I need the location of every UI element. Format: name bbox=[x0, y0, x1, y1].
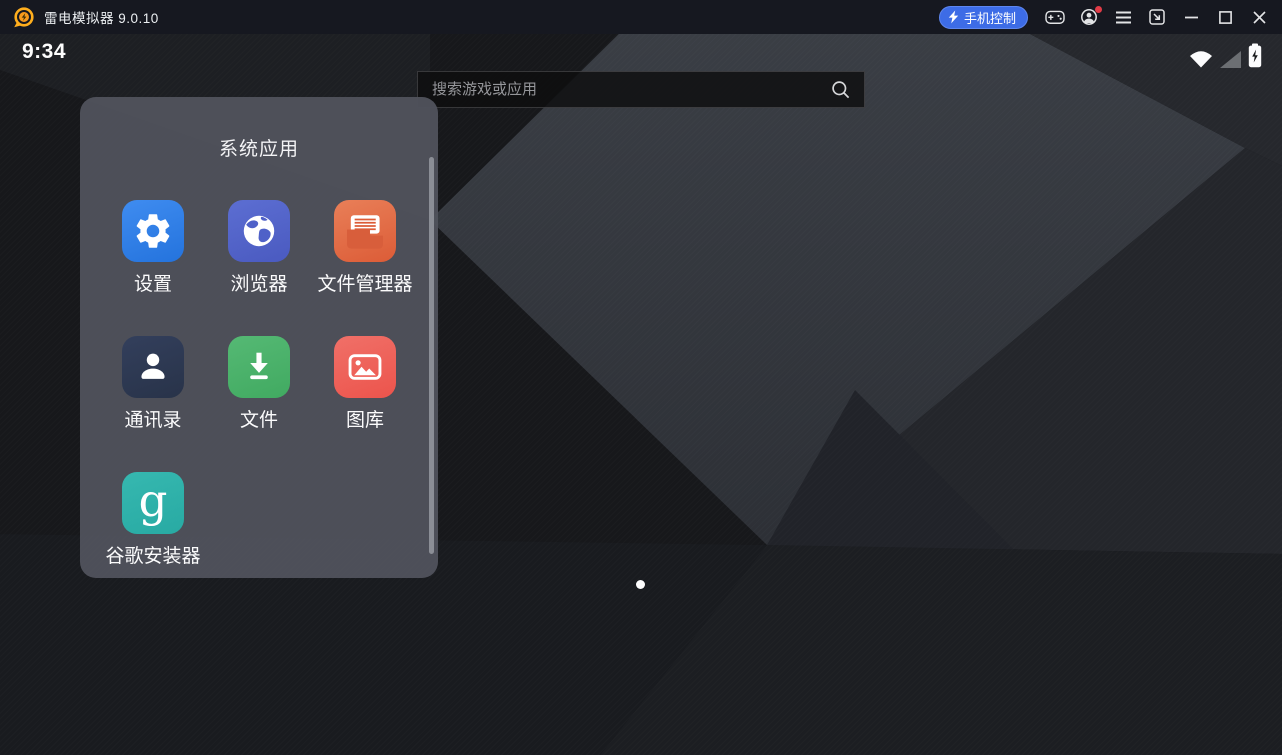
app-files[interactable]: 文件 bbox=[206, 336, 312, 432]
app-contacts[interactable]: 通讯录 bbox=[100, 336, 206, 432]
app-label: 文件管理器 bbox=[317, 269, 412, 296]
menu-button[interactable] bbox=[1106, 3, 1140, 31]
app-label: 设置 bbox=[134, 269, 172, 296]
file-manager-icon bbox=[334, 200, 396, 262]
search-input[interactable] bbox=[432, 81, 830, 98]
panel-scrollbar[interactable] bbox=[429, 157, 434, 554]
folder-panel: 系统应用 设置 bbox=[80, 97, 438, 578]
app-label: 图库 bbox=[346, 405, 384, 432]
contacts-person-icon bbox=[122, 336, 184, 398]
app-gallery[interactable]: 图库 bbox=[312, 336, 418, 432]
minimize-button[interactable] bbox=[1174, 3, 1208, 31]
phone-control-button[interactable]: 手机控制 bbox=[939, 6, 1028, 29]
phone-control-label: 手机控制 bbox=[964, 8, 1016, 27]
lightning-icon bbox=[948, 10, 959, 24]
app-file-manager[interactable]: 文件管理器 bbox=[312, 200, 418, 296]
status-clock: 9:34 bbox=[22, 40, 66, 64]
g-letter: g bbox=[139, 478, 168, 523]
gallery-photo-icon bbox=[334, 336, 396, 398]
app-label: 浏览器 bbox=[230, 269, 287, 296]
files-download-icon bbox=[228, 336, 290, 398]
page-indicator-dot bbox=[636, 580, 645, 589]
ldplayer-logo-icon bbox=[13, 6, 35, 28]
emulator-window: 雷电模拟器 9.0.10 手机控制 bbox=[0, 0, 1282, 755]
search-icon[interactable] bbox=[830, 79, 852, 101]
android-screen: 9:34 bbox=[0, 34, 1282, 755]
google-installer-icon: g bbox=[122, 472, 184, 534]
window-title: 雷电模拟器 9.0.10 bbox=[44, 7, 159, 27]
account-button[interactable] bbox=[1072, 3, 1106, 31]
search-bar bbox=[417, 71, 865, 108]
app-settings[interactable]: 设置 bbox=[100, 200, 206, 296]
app-browser[interactable]: 浏览器 bbox=[206, 200, 312, 296]
maximize-button[interactable] bbox=[1208, 3, 1242, 31]
app-label: 文件 bbox=[240, 405, 278, 432]
app-label: 谷歌安装器 bbox=[105, 541, 200, 568]
gamepad-button[interactable] bbox=[1038, 3, 1072, 31]
folder-title: 系统应用 bbox=[80, 134, 438, 161]
notification-dot bbox=[1095, 6, 1102, 13]
window-titlebar: 雷电模拟器 9.0.10 手机控制 bbox=[0, 0, 1282, 34]
app-google-installer[interactable]: g 谷歌安装器 bbox=[100, 472, 206, 568]
close-button[interactable] bbox=[1242, 3, 1276, 31]
browser-globe-icon bbox=[228, 200, 290, 262]
wifi-icon bbox=[1189, 50, 1213, 68]
app-label: 通讯录 bbox=[124, 405, 181, 432]
settings-gear-icon bbox=[122, 200, 184, 262]
battery-charging-icon bbox=[1248, 43, 1262, 68]
cell-signal-icon bbox=[1220, 51, 1241, 68]
mini-window-button[interactable] bbox=[1140, 3, 1174, 31]
app-grid: 设置 浏览器 bbox=[100, 200, 418, 568]
